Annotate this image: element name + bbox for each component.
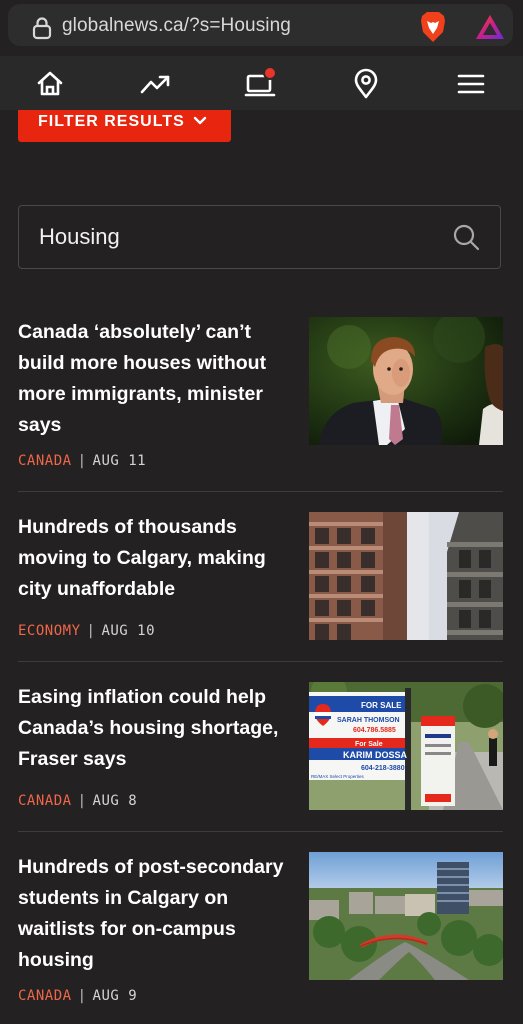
address-bar[interactable]: globalnews.ca/?s=Housing — [8, 4, 513, 46]
nav-trending-button[interactable] — [139, 68, 171, 100]
sign-agent-name-2: KARIM DOSSA — [343, 750, 408, 760]
lock-icon — [32, 17, 52, 40]
nav-home-button[interactable] — [34, 68, 66, 100]
article-title[interactable]: Easing inflation could help Canada’s hou… — [18, 682, 290, 775]
search-query-text[interactable]: Housing — [39, 224, 120, 250]
minister-photo — [309, 317, 503, 445]
article-category[interactable]: CANADA — [18, 793, 72, 809]
article-thumbnail[interactable]: FOR SALE SARAH THOMSON 604.786.5885 For … — [309, 682, 503, 810]
article-item[interactable]: Easing inflation could help Canada’s hou… — [18, 682, 503, 812]
home-icon — [37, 71, 63, 96]
filter-results-label: FILTER RESULTS — [38, 113, 185, 130]
article-date: AUG 10 — [101, 623, 156, 639]
calgary-condos-photo — [309, 512, 503, 640]
sign-for-sale-2: For Sale — [355, 741, 383, 748]
article-meta: CANADA | AUG 9 — [18, 988, 137, 1004]
article-category[interactable]: ECONOMY — [18, 623, 81, 639]
article-item[interactable]: Hundreds of thousands moving to Calgary,… — [18, 512, 503, 642]
article-thumbnail[interactable] — [309, 317, 503, 445]
meta-separator: | — [86, 623, 96, 639]
menu-icon — [457, 74, 485, 94]
nav-location-button[interactable] — [350, 68, 382, 100]
article-date: AUG 11 — [92, 453, 147, 469]
live-indicator-dot — [263, 66, 277, 80]
article-item[interactable]: Hundreds of post-secondary students in C… — [18, 852, 503, 1012]
article-thumbnail[interactable] — [309, 512, 503, 640]
meta-separator: | — [77, 453, 87, 469]
article-title[interactable]: Hundreds of post-secondary students in C… — [18, 852, 290, 976]
article-title[interactable]: Hundreds of thousands moving to Calgary,… — [18, 512, 290, 605]
meta-separator: | — [77, 988, 87, 1004]
sign-phone-2: 604-218-3880 — [361, 765, 405, 772]
sign-phone-1: 604.786.5885 — [353, 727, 396, 734]
sign-agent-name-1: SARAH THOMSON — [337, 717, 400, 724]
article-meta: CANADA | AUG 8 — [18, 793, 137, 809]
article-divider — [18, 491, 503, 492]
for-sale-sign-photo: FOR SALE SARAH THOMSON 604.786.5885 For … — [309, 682, 503, 810]
article-date: AUG 9 — [92, 988, 138, 1004]
article-category[interactable]: CANADA — [18, 988, 72, 1004]
brave-rewards-icon[interactable] — [474, 12, 506, 42]
nav-menu-button[interactable] — [455, 68, 487, 100]
article-item[interactable]: Canada ‘absolutely’ can’t build more hou… — [18, 317, 503, 477]
article-title[interactable]: Canada ‘absolutely’ can’t build more hou… — [18, 317, 290, 441]
sign-brokerage: RE/MAX Select Properties — [311, 774, 365, 779]
university-campus-photo — [309, 852, 503, 980]
article-thumbnail[interactable] — [309, 852, 503, 980]
location-icon — [354, 68, 378, 99]
article-meta: CANADA | AUG 11 — [18, 453, 146, 469]
sign-for-sale-text: FOR SALE — [361, 701, 402, 710]
article-divider — [18, 661, 503, 662]
chevron-down-icon — [193, 116, 207, 125]
meta-separator: | — [77, 793, 87, 809]
brave-shields-icon[interactable] — [418, 10, 448, 44]
article-meta: ECONOMY | AUG 10 — [18, 623, 155, 639]
browser-toolbar: globalnews.ca/?s=Housing — [0, 0, 523, 56]
filter-results-button[interactable]: FILTER RESULTS — [18, 110, 231, 142]
search-icon[interactable] — [452, 223, 480, 251]
article-category[interactable]: CANADA — [18, 453, 72, 469]
article-divider — [18, 831, 503, 832]
article-date: AUG 8 — [92, 793, 138, 809]
search-input[interactable]: Housing — [18, 205, 501, 269]
site-navigation — [0, 56, 523, 110]
nav-watch-button[interactable] — [244, 66, 277, 100]
url-text[interactable]: globalnews.ca/?s=Housing — [62, 15, 291, 37]
trending-icon — [140, 75, 170, 94]
